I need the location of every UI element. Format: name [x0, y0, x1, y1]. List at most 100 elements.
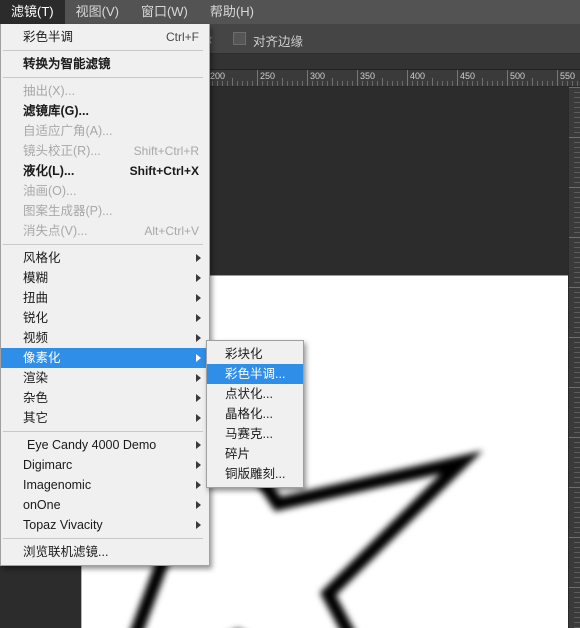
chevron-right-icon — [196, 441, 201, 449]
filter-menu-item-4-4[interactable]: Topaz Vivacity — [1, 515, 209, 535]
filter-menu-item-3-0[interactable]: 风格化 — [1, 248, 209, 268]
filter-menu-item-3-3[interactable]: 锐化 — [1, 308, 209, 328]
ruler-label: 200 — [210, 71, 226, 81]
filter-menu-item-3-4[interactable]: 视频 — [1, 328, 209, 348]
vruler-tick — [574, 152, 580, 153]
menu-item-label: Eye Candy 4000 Demo — [27, 438, 157, 452]
menu-separator — [3, 538, 203, 539]
pixelate-submenu-item-6[interactable]: 铜版雕刻... — [207, 464, 303, 484]
vruler-tick — [574, 172, 580, 173]
vruler-tick — [574, 182, 580, 183]
filter-menu-item-2-7: 消失点(V)... Alt+Ctrl+V — [1, 221, 209, 241]
filter-menu-item-2-3: 镜头校正(R)... Shift+Ctrl+R — [1, 141, 209, 161]
menu-item-label: 彩色半调 — [23, 30, 74, 44]
filter-menu-item-4-3[interactable]: onOne — [1, 495, 209, 515]
vruler-tick — [574, 477, 580, 478]
vruler-tick — [569, 387, 580, 388]
filter-menu-item-5-0[interactable]: 浏览联机滤镜... — [1, 542, 209, 562]
filter-menu-item-2-4[interactable]: 液化(L)... Shift+Ctrl+X — [1, 161, 209, 181]
filter-menu-item-3-7[interactable]: 杂色 — [1, 388, 209, 408]
vruler-tick — [574, 217, 580, 218]
filter-menu-item-4-1[interactable]: Digimarc — [1, 455, 209, 475]
chevron-right-icon — [196, 481, 201, 489]
vruler-tick — [574, 372, 580, 373]
vruler-tick — [574, 312, 580, 313]
vruler-tick — [574, 382, 580, 383]
pixelate-submenu-item-3[interactable]: 晶格化... — [207, 404, 303, 424]
pixelate-submenu-item-1[interactable]: 彩色半调... — [207, 364, 303, 384]
vruler-tick — [574, 202, 580, 203]
vruler-tick — [574, 97, 580, 98]
vruler-tick — [574, 512, 580, 513]
photoshop-window: 滤镜(T)视图(V)窗口(W)帮助(H) 缘 对齐边缘 200250300350… — [0, 0, 580, 628]
filter-menu-item-3-8[interactable]: 其它 — [1, 408, 209, 428]
menu-item-label: 转换为智能滤镜 — [23, 57, 111, 71]
ruler-subtick — [432, 78, 433, 86]
vruler-tick — [574, 207, 580, 208]
pixelate-submenu-item-0[interactable]: 彩块化 — [207, 344, 303, 364]
vruler-tick — [574, 397, 580, 398]
menu-separator — [3, 77, 203, 78]
vruler-tick — [574, 272, 580, 273]
filter-menu-item-3-6[interactable]: 渲染 — [1, 368, 209, 388]
chevron-right-icon — [196, 501, 201, 509]
menu-item-shortcut: Shift+Ctrl+R — [133, 144, 199, 158]
vruler-tick — [569, 137, 580, 138]
vruler-tick — [574, 327, 580, 328]
vruler-tick — [574, 362, 580, 363]
pixelate-submenu-item-5[interactable]: 碎片 — [207, 444, 303, 464]
ruler-label: 450 — [460, 71, 476, 81]
vruler-tick — [574, 517, 580, 518]
ruler-subtick — [382, 78, 383, 86]
vruler-tick — [574, 402, 580, 403]
menu-bar: 滤镜(T) 视图(V) 窗口(W) 帮助(H) — [0, 0, 580, 24]
chevron-right-icon — [196, 461, 201, 469]
pixelate-submenu-item-4[interactable]: 马赛克... — [207, 424, 303, 444]
vruler-tick — [574, 252, 580, 253]
menubar-item-2[interactable]: 窗口(W) — [130, 0, 199, 24]
menu-item-label: 液化(L)... — [23, 164, 75, 178]
menu-item-label: 抽出(X)... — [23, 84, 76, 98]
vruler-tick — [574, 167, 580, 168]
filter-menu-item-3-5[interactable]: 像素化 — [1, 348, 209, 368]
vruler-tick — [574, 432, 580, 433]
vruler-tick — [574, 492, 580, 493]
menu-item-label: onOne — [23, 498, 61, 512]
vruler-tick — [574, 367, 580, 368]
submenu-item-label: 铜版雕刻... — [225, 467, 286, 481]
menu-item-label: 杂色 — [23, 391, 49, 405]
vruler-tick — [574, 102, 580, 103]
vruler-tick — [574, 142, 580, 143]
vruler-tick — [574, 162, 580, 163]
pixelate-submenu[interactable]: 彩块化 彩色半调... 点状化... 晶格化... 马赛克... 碎片铜版雕刻... — [206, 340, 304, 488]
filter-menu-item-4-2[interactable]: Imagenomic — [1, 475, 209, 495]
menu-item-label: Digimarc — [23, 458, 73, 472]
vruler-tick — [574, 357, 580, 358]
menu-separator — [3, 244, 203, 245]
menu-separator — [3, 50, 203, 51]
vertical-ruler[interactable] — [568, 87, 580, 628]
pixelate-submenu-item-2[interactable]: 点状化... — [207, 384, 303, 404]
filter-menu-item-1-0[interactable]: 转换为智能滤镜 — [1, 54, 209, 74]
vruler-tick — [574, 307, 580, 308]
menu-item-label: 扭曲 — [23, 291, 49, 305]
filter-menu-item-0-0[interactable]: 彩色半调 Ctrl+F — [1, 27, 209, 47]
menubar-item-0[interactable]: 滤镜(T) — [0, 0, 65, 24]
align-edges-checkbox[interactable] — [233, 32, 246, 45]
vruler-tick — [574, 482, 580, 483]
vruler-tick — [574, 117, 580, 118]
filter-menu-item-3-1[interactable]: 模糊 — [1, 268, 209, 288]
vruler-tick — [574, 292, 580, 293]
menubar-item-3[interactable]: 帮助(H) — [199, 0, 265, 24]
filter-menu-item-2-1[interactable]: 滤镜库(G)... — [1, 101, 209, 121]
ruler-label: 250 — [260, 71, 276, 81]
filter-dropdown-menu[interactable]: 彩色半调 Ctrl+F 转换为智能滤镜 抽出(X)... 滤镜库(G)... 自适应广角(… — [0, 24, 210, 566]
submenu-item-label: 马赛克... — [225, 427, 273, 441]
filter-menu-item-2-2: 自适应广角(A)... — [1, 121, 209, 141]
filter-menu-item-4-0[interactable]: Eye Candy 4000 Demo — [1, 435, 209, 455]
ruler-label: 400 — [410, 71, 426, 81]
filter-menu-item-3-2[interactable]: 扭曲 — [1, 288, 209, 308]
menubar-item-1[interactable]: 视图(V) — [65, 0, 130, 24]
vruler-tick — [574, 622, 580, 623]
menu-item-label: 风格化 — [23, 251, 61, 265]
